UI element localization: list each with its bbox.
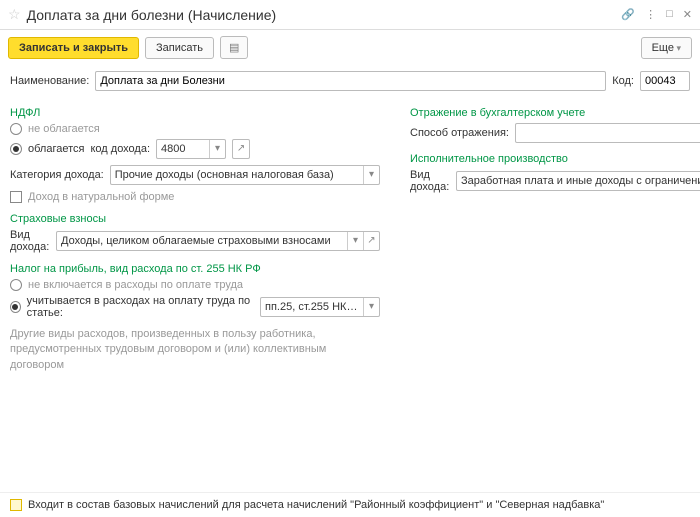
favorite-star-icon[interactable]: ☆	[8, 6, 21, 23]
ndfl-category-select[interactable]: Прочие доходы (основная налоговая база) …	[110, 165, 380, 185]
exec-type-select[interactable]: Заработная плата и иные доходы с огранич…	[456, 171, 700, 191]
profit-no-radio[interactable]	[10, 279, 22, 291]
name-input[interactable]	[95, 71, 606, 91]
link-icon[interactable]: 🔗	[621, 8, 635, 21]
exec-type-label: Вид дохода:	[410, 169, 450, 193]
code-label: Код:	[612, 75, 634, 87]
open-icon[interactable]: ↗	[363, 232, 379, 250]
ndfl-code-open[interactable]: ↗	[232, 139, 250, 159]
dropdown-icon[interactable]: ▾	[347, 232, 363, 250]
document-icon: ▤	[229, 42, 239, 54]
name-label: Наименование:	[10, 75, 89, 87]
ndfl-code-select[interactable]: 4800 ▾	[156, 139, 226, 159]
ndfl-section-title: НДФЛ	[10, 107, 380, 119]
ndfl-yes-label: облагается	[28, 143, 84, 155]
exec-section-title: Исполнительное производство	[410, 153, 700, 165]
basic-included-checkbox[interactable]	[10, 499, 22, 511]
code-input[interactable]	[640, 71, 690, 91]
insurance-section-title: Страховые взносы	[10, 213, 380, 225]
footer: Входит в состав базовых начислений для р…	[0, 492, 700, 517]
window-maximize-icon[interactable]: □	[666, 8, 673, 21]
report-button[interactable]: ▤	[220, 36, 248, 59]
name-row: Наименование: Код:	[10, 71, 690, 91]
profit-yes-radio[interactable]	[10, 301, 21, 313]
open-icon: ↗	[233, 140, 249, 158]
ndfl-category-label: Категория дохода:	[10, 169, 104, 181]
ndfl-no-radio[interactable]	[10, 123, 22, 135]
save-and-close-button[interactable]: Записать и закрыть	[8, 37, 139, 59]
profit-yes-label: учитывается в расходах на оплату труда п…	[27, 295, 254, 319]
natural-income-label: Доход в натуральной форме	[28, 191, 174, 203]
dropdown-icon[interactable]: ▾	[363, 298, 379, 316]
insurance-type-select[interactable]: Доходы, целиком облагаемые страховыми вз…	[56, 231, 380, 251]
toolbar: Записать и закрыть Записать ▤ Еще	[0, 30, 700, 65]
ndfl-no-label: не облагается	[28, 123, 100, 135]
menu-dots-icon[interactable]: ⋮	[645, 8, 656, 21]
basic-included-label: Входит в состав базовых начислений для р…	[28, 499, 604, 511]
profit-section-title: Налог на прибыль, вид расхода по ст. 255…	[10, 263, 380, 275]
window-close-icon[interactable]: ✕	[683, 8, 692, 21]
acct-method-label: Способ отражения:	[410, 127, 509, 139]
dropdown-icon[interactable]: ▾	[363, 166, 379, 184]
window-header: ☆ Доплата за дни болезни (Начисление) 🔗 …	[0, 0, 700, 30]
acct-method-select[interactable]: ▾ ↗	[515, 123, 700, 143]
acct-section-title: Отражение в бухгалтерском учете	[410, 107, 700, 119]
profit-note: Другие виды расходов, произведенных в по…	[10, 327, 350, 373]
profit-article-select[interactable]: пп.25, ст.255 НК РФ ▾	[260, 297, 380, 317]
dropdown-icon[interactable]: ▾	[209, 140, 225, 158]
insurance-type-label: Вид дохода:	[10, 229, 50, 253]
ndfl-code-label: код дохода:	[90, 143, 150, 155]
profit-no-label: не включается в расходы по оплате труда	[28, 279, 243, 291]
natural-income-checkbox[interactable]	[10, 191, 22, 203]
window-title: Доплата за дни болезни (Начисление)	[27, 7, 622, 23]
save-button[interactable]: Записать	[145, 37, 214, 59]
more-button[interactable]: Еще	[641, 37, 692, 59]
ndfl-yes-radio[interactable]	[10, 143, 22, 155]
